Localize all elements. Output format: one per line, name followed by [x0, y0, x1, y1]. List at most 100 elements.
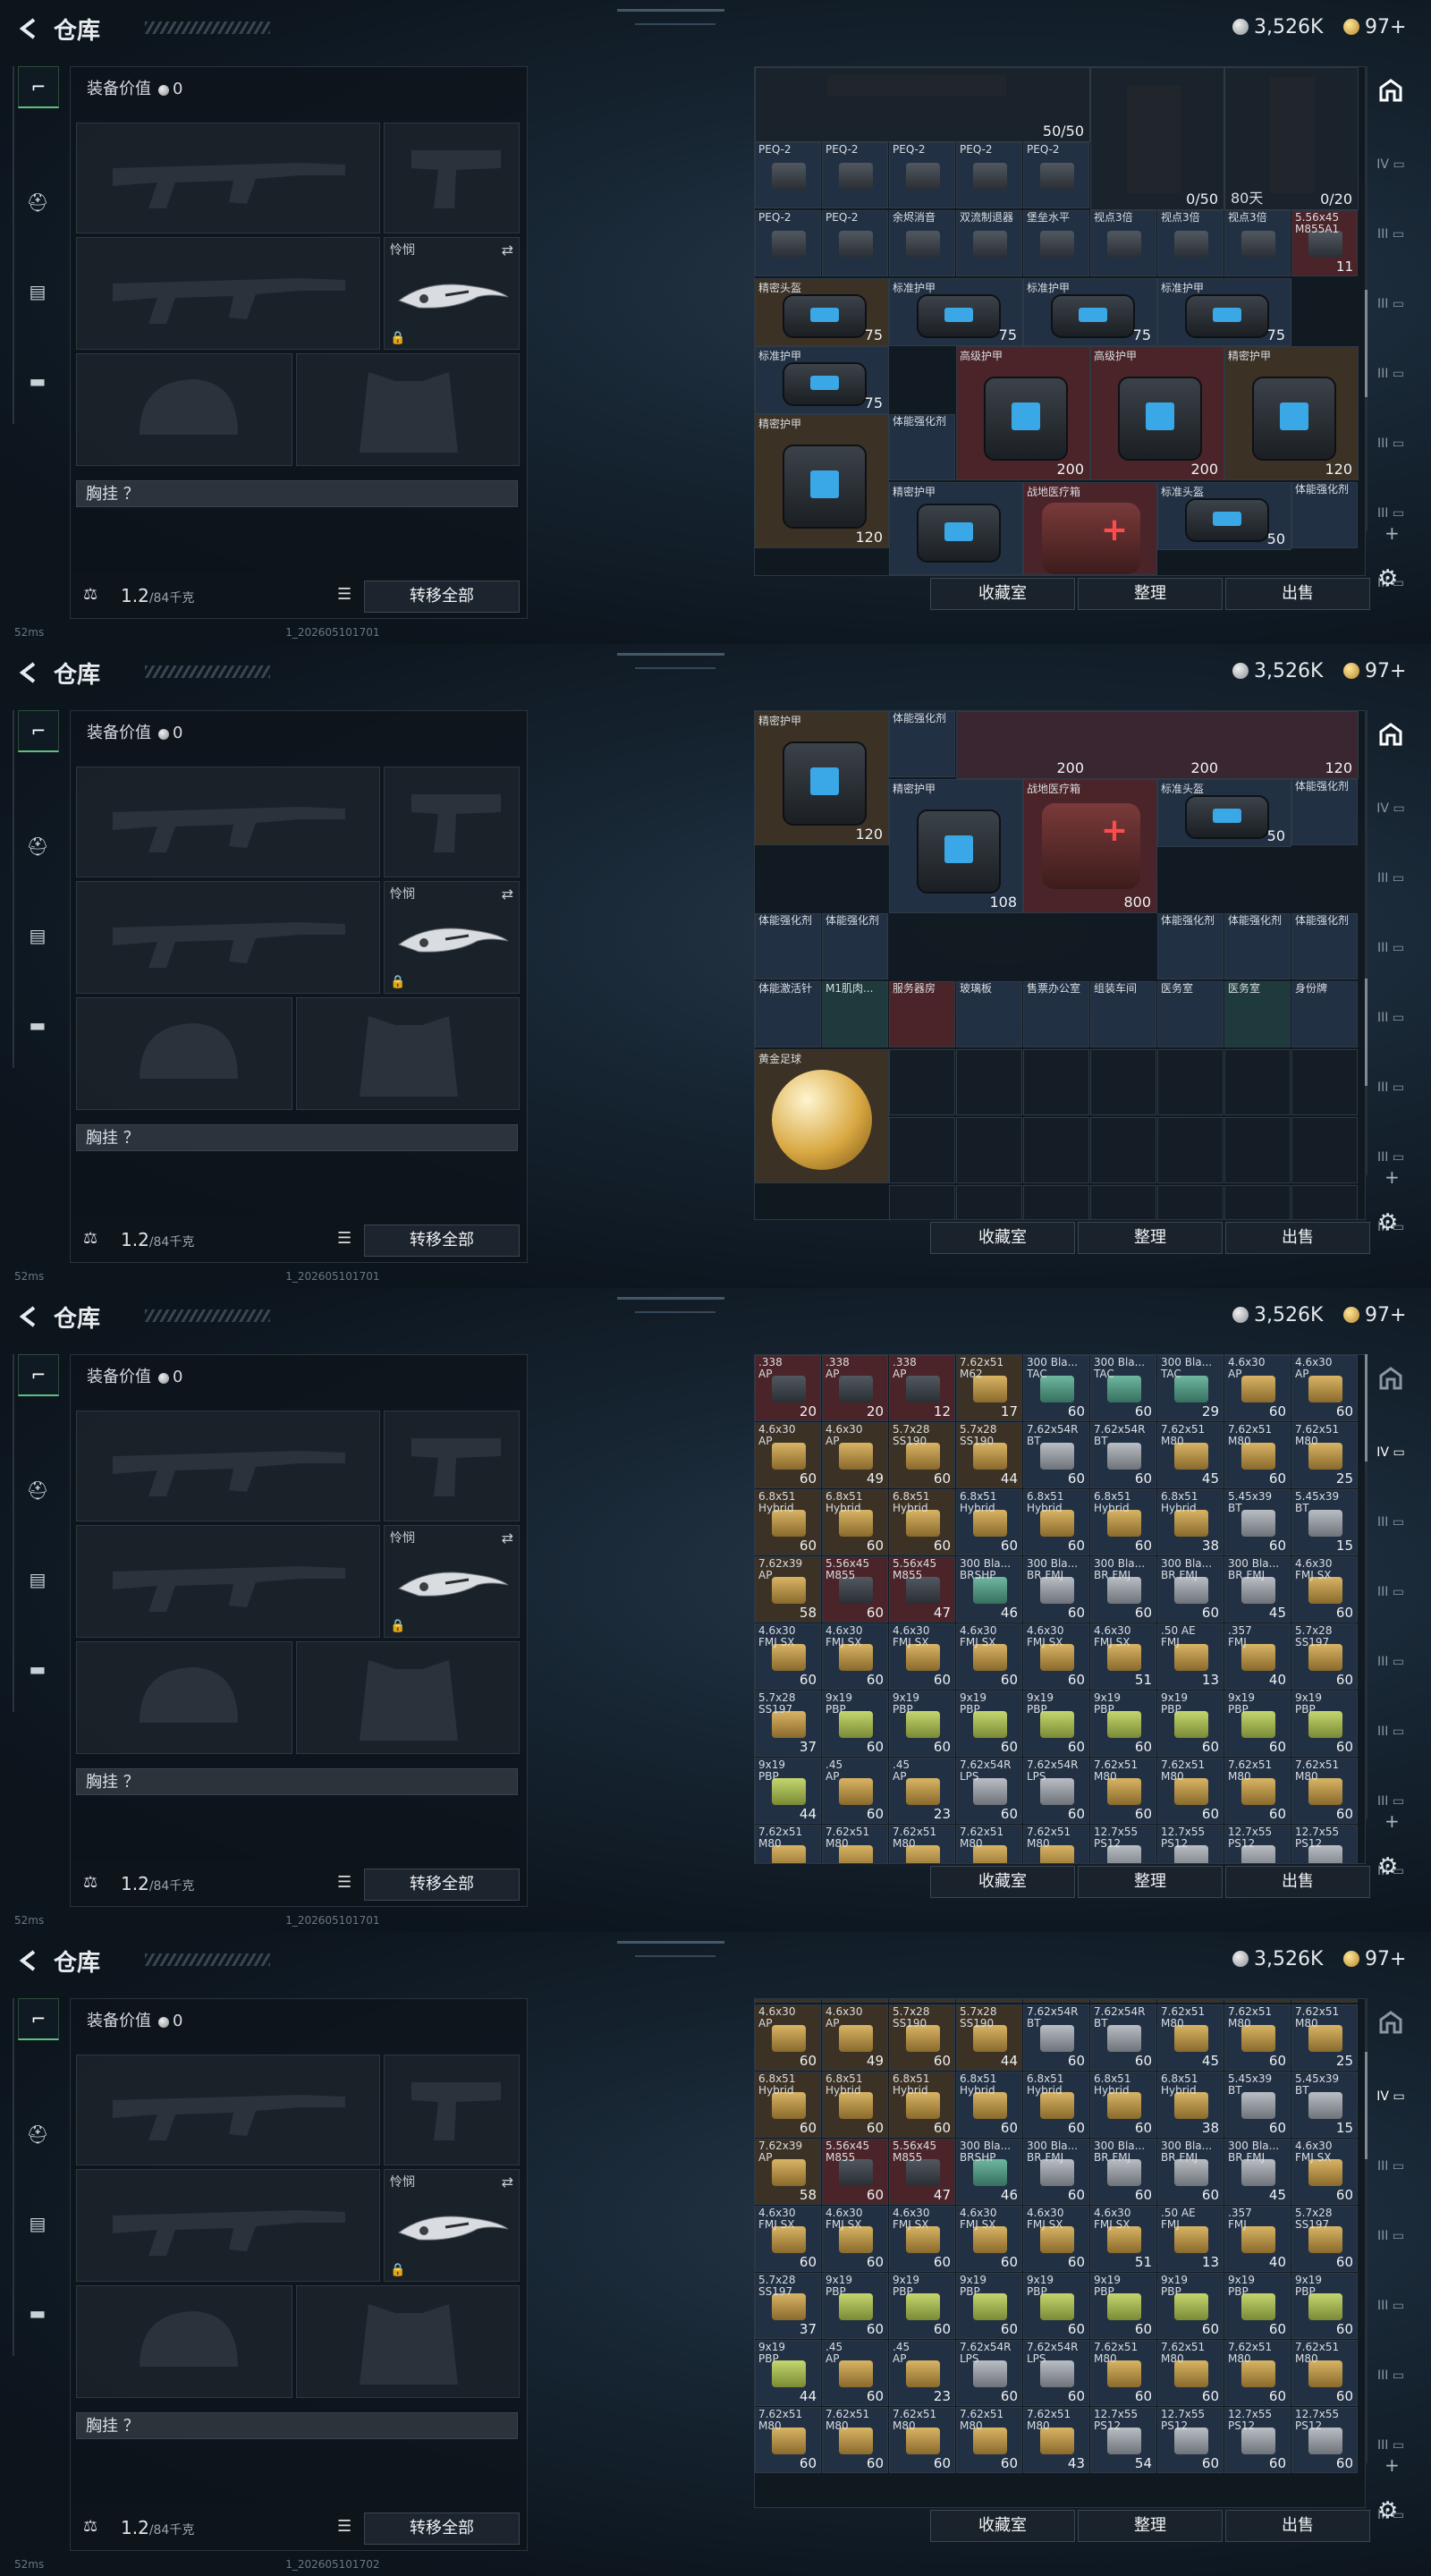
- primary-weapon-slot[interactable]: [76, 1411, 380, 1521]
- storage-item[interactable]: .45 AP 23: [889, 1758, 955, 1824]
- storage-item[interactable]: 60: [1090, 1999, 1156, 2003]
- list-icon[interactable]: ☰: [337, 585, 351, 604]
- storage-item[interactable]: 体能强化剂: [1291, 913, 1358, 979]
- storage-item[interactable]: 49: [822, 1999, 888, 2003]
- storage-item[interactable]: 7.62x51 M80 60: [1090, 1758, 1156, 1824]
- settings-gear-icon[interactable]: ⚙: [1377, 1853, 1398, 1880]
- storage-item[interactable]: 5.45x39 BT 15: [1291, 2072, 1358, 2138]
- storage-item[interactable]: 4.6x30 AP 49: [822, 2004, 888, 2071]
- storage-item[interactable]: 4.6x30 FMJ SX 60: [1291, 1556, 1358, 1623]
- storage-item[interactable]: .357 FMJ 40: [1224, 1623, 1291, 1690]
- storage-item[interactable]: 300 Bla... TAC 60: [1023, 1355, 1089, 1421]
- transfer-all-button[interactable]: 转移全部: [364, 1224, 520, 1257]
- storage-tab-3[interactable]: III ▭: [1370, 930, 1411, 966]
- storage-item[interactable]: 9x19 PBP 60: [956, 1690, 1022, 1757]
- scroll-track[interactable]: [1365, 710, 1367, 1175]
- pistol-slot[interactable]: [384, 2055, 520, 2165]
- storage-item[interactable]: 4.6x30 FMJ SX 60: [1291, 2139, 1358, 2205]
- collection-button[interactable]: 收藏室: [930, 1866, 1075, 1898]
- transfer-all-button[interactable]: 转移全部: [364, 1868, 520, 1901]
- rig-tab-icon[interactable]: ▤: [18, 1560, 57, 1599]
- storage-item[interactable]: 精密护甲 120: [1224, 346, 1359, 480]
- storage-item[interactable]: 标准护甲 75: [889, 278, 1023, 346]
- weapon-item[interactable]: 80天 0/20: [1224, 67, 1359, 210]
- add-tab-icon[interactable]: +: [1384, 522, 1400, 544]
- storage-item[interactable]: [1291, 1185, 1358, 1219]
- storage-tab-5[interactable]: III ▭: [1370, 1070, 1411, 1106]
- settings-gear-icon[interactable]: ⚙: [1377, 1209, 1398, 1236]
- storage-item[interactable]: 25: [1291, 1999, 1358, 2003]
- storage-item[interactable]: 9x19 PBP 60: [1090, 1690, 1156, 1757]
- storage-item[interactable]: 精密护甲 120: [755, 711, 889, 845]
- storage-item[interactable]: 4.6x30 AP 60: [1291, 1355, 1358, 1421]
- storage-item[interactable]: [1023, 1185, 1089, 1219]
- storage-item[interactable]: 9x19 PBP 60: [889, 2273, 955, 2339]
- storage-item[interactable]: 标准头盔 50: [1157, 482, 1291, 550]
- storage-item[interactable]: 体能激活针: [755, 981, 821, 1047]
- storage-item[interactable]: 300 Bla... BRSHP 46: [956, 1556, 1022, 1623]
- helmet-slot[interactable]: [76, 1641, 292, 1754]
- storage-item[interactable]: 6.8x51 Hybrid 60: [1023, 2072, 1089, 2138]
- storage-tab-3[interactable]: III ▭: [1370, 2218, 1411, 2254]
- helmet-tab-icon[interactable]: ⛑: [18, 2114, 57, 2154]
- chest-rig-slot[interactable]: 胸挂 ？: [76, 1124, 518, 1151]
- storage-item[interactable]: 5.56x45 M855 47: [889, 1556, 955, 1623]
- storage-item[interactable]: 5.7x28 SS197 37: [755, 2273, 821, 2339]
- storage-item[interactable]: [889, 1117, 955, 1183]
- storage-item[interactable]: 高级护甲 200: [956, 346, 1090, 480]
- list-icon[interactable]: ☰: [337, 1873, 351, 1892]
- scroll-track[interactable]: [1365, 1998, 1367, 2463]
- secondary-weapon-slot[interactable]: [76, 1525, 380, 1638]
- storage-item[interactable]: 4.6x30 FMJ SX 60: [956, 1623, 1022, 1690]
- armor-slot[interactable]: [296, 353, 520, 466]
- sort-button[interactable]: 整理: [1078, 578, 1223, 610]
- storage-item[interactable]: 9x19 PBP 60: [822, 2273, 888, 2339]
- storage-item[interactable]: 医务室: [1224, 981, 1291, 1047]
- melee-slot[interactable]: 怜悯 ⇄ 🔒: [384, 2169, 520, 2282]
- storage-tab-8[interactable]: III ▭: [1370, 635, 1411, 644]
- storage-item[interactable]: 组装车间: [1090, 981, 1156, 1047]
- storage-item[interactable]: 300 Bla... TAC 60: [1090, 1355, 1156, 1421]
- storage-item[interactable]: 4.6x30 AP 60: [755, 1422, 821, 1488]
- storage-item[interactable]: 体能强化剂: [889, 414, 955, 480]
- sell-button[interactable]: 出售: [1225, 1222, 1370, 1254]
- storage-item[interactable]: 标准护甲 75: [1157, 278, 1291, 346]
- storage-item[interactable]: 体能强化剂: [1224, 913, 1291, 979]
- scroll-thumb[interactable]: [1365, 979, 1367, 1086]
- storage-tab-8[interactable]: III ▭: [1370, 1923, 1411, 1932]
- storage-item[interactable]: 6.8x51 Hybrid 60: [889, 2072, 955, 2138]
- weapon-tab-icon[interactable]: ⌐: [18, 66, 59, 108]
- storage-item[interactable]: 12.7x55 PS1254: [1090, 1825, 1156, 1863]
- storage-item[interactable]: PEQ-2: [956, 142, 1022, 208]
- storage-item[interactable]: 6.8x51 Hybrid 38: [1157, 1489, 1224, 1555]
- storage-tab-2[interactable]: III ▭: [1370, 860, 1411, 896]
- swap-icon[interactable]: ⇄: [502, 2174, 513, 2190]
- storage-home-icon[interactable]: [1370, 77, 1411, 113]
- chest-rig-slot[interactable]: 胸挂 ？: [76, 480, 518, 507]
- storage-item[interactable]: 5.7x28 SS197 37: [755, 1690, 821, 1757]
- storage-item[interactable]: 7.62x51 M80 25: [1291, 1422, 1358, 1488]
- storage-item[interactable]: 7.62x51 M80 60: [755, 2407, 821, 2473]
- storage-item[interactable]: 7.62x51 M80 45: [1157, 1422, 1224, 1488]
- storage-tab-1[interactable]: IV ▭: [1370, 1435, 1411, 1470]
- storage-tab-8[interactable]: III ▭: [1370, 2567, 1411, 2576]
- storage-item[interactable]: 5.56x45 M855A1 11: [1291, 210, 1358, 276]
- sell-button[interactable]: 出售: [1225, 1866, 1370, 1898]
- storage-item[interactable]: [956, 1049, 1022, 1115]
- back-arrow-icon[interactable]: [16, 16, 41, 41]
- scroll-track[interactable]: [1365, 1354, 1367, 1819]
- armor-slot[interactable]: [296, 2285, 520, 2398]
- swap-icon[interactable]: ⇄: [502, 1530, 513, 1546]
- storage-item[interactable]: 300 Bla... BR FMJ 60: [1090, 1556, 1156, 1623]
- storage-item[interactable]: 6.8x51 Hybrid 60: [1090, 1489, 1156, 1555]
- storage-item[interactable]: 7.62x54R LPS 60: [956, 1758, 1022, 1824]
- helmet-slot[interactable]: [76, 353, 292, 466]
- scroll-thumb[interactable]: [1365, 1354, 1367, 1462]
- collection-button[interactable]: 收藏室: [930, 2510, 1075, 2542]
- storage-item[interactable]: [1157, 1117, 1224, 1183]
- storage-item[interactable]: 4.6x30 AP 49: [822, 1422, 888, 1488]
- storage-item[interactable]: 12.7x55 PS12 60: [1224, 2407, 1291, 2473]
- storage-item[interactable]: 4.6x30 FMJ SX 51: [1090, 2206, 1156, 2272]
- pistol-slot[interactable]: [384, 767, 520, 877]
- storage-item[interactable]: 7.62x51 M8043: [1023, 1825, 1089, 1863]
